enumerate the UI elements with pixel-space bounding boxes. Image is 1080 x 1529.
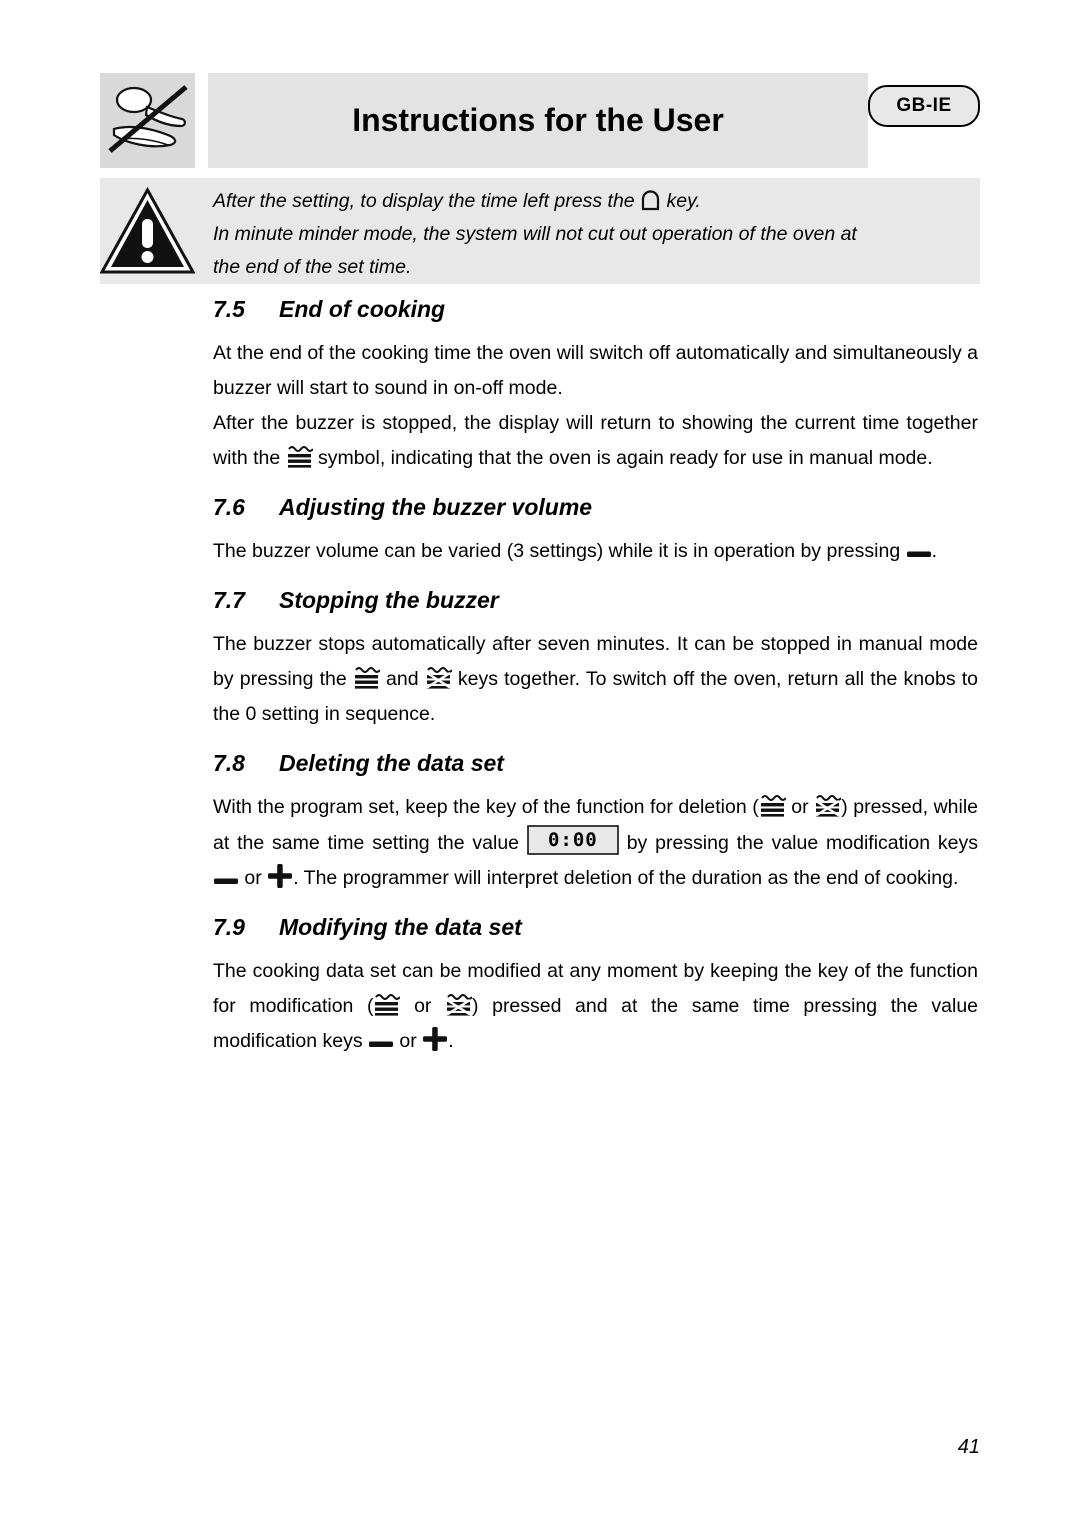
page-number: 41 <box>957 1436 980 1458</box>
paragraph-7-8-1-text-a: With the program set, keep the key of th… <box>213 796 759 818</box>
display-value-text: 0:00 <box>547 828 598 851</box>
section-heading-7-8: 7.8 Deleting the data set <box>213 746 978 780</box>
section-heading-7-6: 7.6 Adjusting the buzzer volume <box>213 490 978 524</box>
minus-key-icon <box>213 874 239 888</box>
paragraph-7-8-1-text-b: or <box>791 796 809 818</box>
paragraph-7-7-1-text-b: and <box>386 668 419 690</box>
cooking-time-key-icon <box>759 793 786 817</box>
section-title-7-5: End of cooking <box>279 296 446 322</box>
paragraph-7-9-1-text-d: or <box>399 1030 417 1052</box>
paragraph-7-6-1-text-a: The buzzer volume can be varied (3 setti… <box>213 540 901 562</box>
section-heading-7-9: 7.9 Modifying the data set <box>213 910 978 944</box>
end-of-cooking-key-icon <box>814 793 842 817</box>
plus-key-icon <box>267 863 293 889</box>
section-title-7-8: Deleting the data set <box>279 750 504 776</box>
cooking-time-key-icon <box>286 444 313 468</box>
language-badge: GB-IE <box>868 85 980 127</box>
paragraph-7-8-1-text-d: by pressing the value modification keys <box>626 832 978 854</box>
paragraph-7-5-2: After the buzzer is stopped, the display… <box>213 406 978 476</box>
section-number-7-7: 7.7 <box>213 587 245 613</box>
paragraph-7-8-1: With the program set, keep the key of th… <box>213 790 978 896</box>
warning-line3: the end of the set time. <box>213 256 412 278</box>
warning-text: After the setting, to display the time l… <box>213 185 978 284</box>
warning-triangle-icon <box>99 186 196 276</box>
section-heading-7-7: 7.7 Stopping the buzzer <box>213 583 978 617</box>
minus-key-icon <box>368 1037 394 1051</box>
paragraph-7-8-1-text-e: or <box>244 867 262 889</box>
paragraph-7-9-1: The cooking data set can be modified at … <box>213 954 978 1059</box>
cooking-time-key-icon <box>373 992 401 1016</box>
paragraph-7-9-1-text-e: . <box>448 1030 454 1052</box>
paragraph-7-5-2-text-b: symbol, indicating that the oven is agai… <box>318 447 933 469</box>
page-title: Instructions for the User <box>352 102 724 138</box>
display-value-badge: 0:00 <box>527 825 619 855</box>
end-of-cooking-key-icon <box>425 665 452 689</box>
section-number-7-8: 7.8 <box>213 750 245 776</box>
paragraph-7-6-1-text-b: . <box>931 540 938 562</box>
page-header: Instructions for the User GB-IE <box>100 73 980 168</box>
document-body: 7.5 End of cooking At the end of the coo… <box>213 292 978 1059</box>
page-title-bar: Instructions for the User <box>208 73 868 168</box>
section-title-7-9: Modifying the data set <box>279 914 522 940</box>
section-number-7-9: 7.9 <box>213 914 245 940</box>
section-number-7-5: 7.5 <box>213 296 245 322</box>
paragraph-7-7-1: The buzzer stops automatically after sev… <box>213 627 978 732</box>
plus-key-icon <box>422 1026 448 1052</box>
paragraph-7-6-1: The buzzer volume can be varied (3 setti… <box>213 534 978 569</box>
paragraph-7-9-1-text-b: or <box>414 995 432 1017</box>
end-of-cooking-key-icon <box>445 992 473 1016</box>
section-title-7-7: Stopping the buzzer <box>279 587 499 613</box>
warning-line1-a: After the setting, to display the time l… <box>213 190 635 212</box>
cooking-time-key-icon <box>353 665 380 689</box>
spoon-crossed-out-icon <box>100 73 195 168</box>
document-page: Instructions for the User GB-IE After th… <box>0 0 1080 1529</box>
section-title-7-6: Adjusting the buzzer volume <box>279 494 593 520</box>
paragraph-7-5-1: At the end of the cooking time the oven … <box>213 342 978 399</box>
warning-line2: In minute minder mode, the system will n… <box>213 223 857 245</box>
minute-minder-bell-icon <box>640 189 661 211</box>
minus-key-icon <box>906 547 932 561</box>
paragraph-7-8-1-text-f: . The programmer will interpret deletion… <box>293 867 959 889</box>
warning-line1-b: key. <box>666 190 701 212</box>
section-number-7-6: 7.6 <box>213 494 245 520</box>
section-heading-7-5: 7.5 End of cooking <box>213 292 978 326</box>
